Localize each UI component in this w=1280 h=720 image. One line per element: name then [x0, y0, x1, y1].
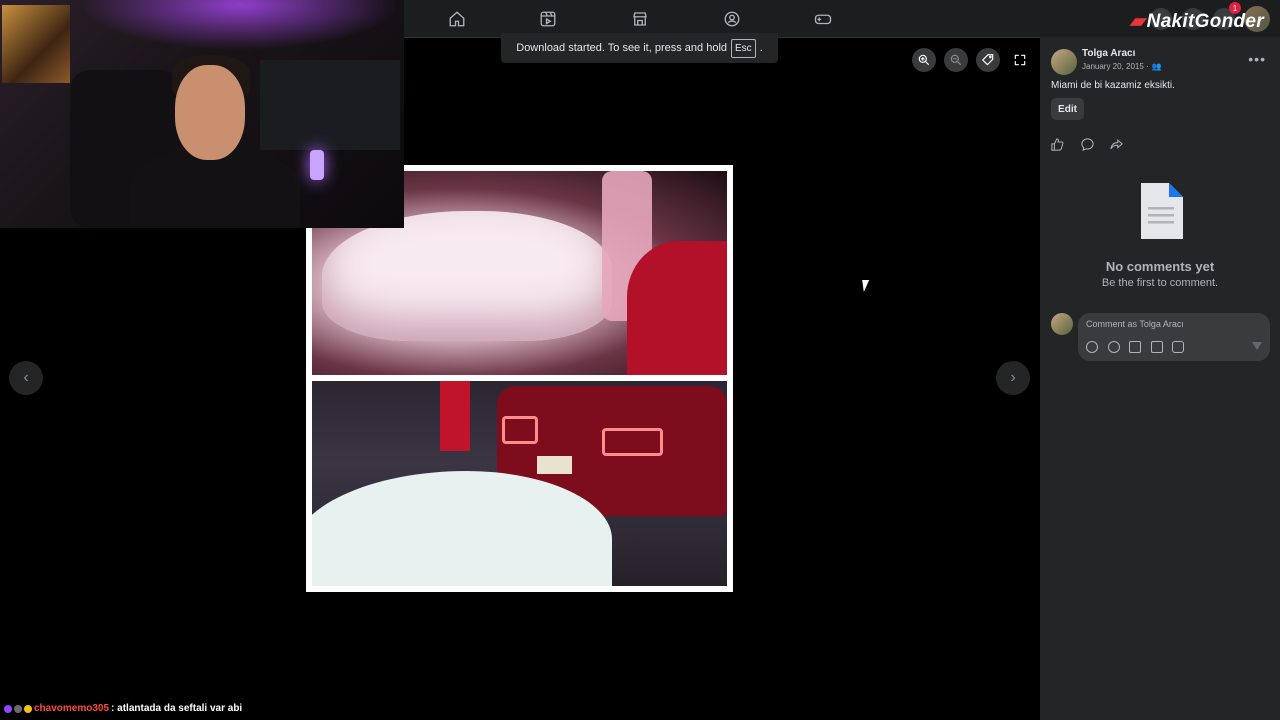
reels-icon[interactable]: [537, 8, 559, 30]
comment-composer[interactable]: [1078, 313, 1270, 361]
like-button[interactable]: [1048, 135, 1066, 153]
comment-input[interactable]: [1086, 319, 1256, 329]
post-date: January 20, 2015 · 👥: [1082, 62, 1162, 71]
chevron-right-icon: ›: [1010, 369, 1016, 386]
post-date-text[interactable]: January 20, 2015 ·: [1082, 62, 1149, 71]
photo-mustang: [312, 381, 727, 586]
zoom-out-button[interactable]: [944, 48, 968, 72]
fullscreen-icon: [1014, 54, 1026, 66]
share-button[interactable]: [1107, 135, 1125, 153]
groups-icon[interactable]: [721, 8, 743, 30]
chat-text: : atlantada da seftali var abi: [111, 703, 243, 714]
share-icon: [1109, 138, 1123, 149]
stream-watermark: ▰ NakitGonder: [1129, 11, 1264, 32]
author-avatar[interactable]: [1051, 49, 1077, 75]
gif-icon[interactable]: [1151, 341, 1163, 353]
avatar-sticker-icon[interactable]: [1086, 341, 1098, 353]
subscriber-badge-icon: [4, 704, 12, 713]
camera-icon[interactable]: [1129, 341, 1141, 353]
comment-icon: [1080, 137, 1094, 151]
download-toast: Download started. To see it, press and h…: [501, 33, 778, 63]
zoom-out-icon: [950, 54, 962, 66]
badge-icon: [14, 704, 22, 713]
send-icon[interactable]: [1252, 342, 1262, 350]
post-caption: Miami de bi kazamiz eksikti.: [1051, 80, 1175, 91]
previous-photo-button[interactable]: ‹: [9, 361, 43, 395]
zoom-in-icon: [918, 54, 930, 66]
tag-icon: [981, 54, 994, 66]
emoji-icon[interactable]: [1108, 341, 1120, 353]
chat-username: chavomemo305: [34, 703, 110, 714]
post-author-name[interactable]: Tolga Aracı: [1082, 48, 1135, 59]
toast-text: Download started. To see it, press and h…: [516, 42, 728, 54]
document-icon: [1141, 183, 1183, 239]
commenter-avatar: [1051, 313, 1073, 335]
chevron-left-icon: ‹: [23, 369, 29, 386]
like-icon: [1050, 137, 1063, 151]
no-comments-title: No comments yet: [1105, 259, 1215, 274]
zoom-in-button[interactable]: [912, 48, 936, 72]
edit-button[interactable]: Edit: [1051, 98, 1084, 120]
marketplace-icon[interactable]: [629, 8, 651, 30]
post-photo: [306, 165, 733, 592]
mouse-cursor-icon: [862, 280, 871, 292]
friends-audience-icon[interactable]: 👥: [1152, 62, 1162, 71]
fullscreen-button[interactable]: [1008, 48, 1032, 72]
next-photo-button[interactable]: ›: [996, 361, 1030, 395]
webcam-overlay: [0, 0, 404, 228]
more-options-button[interactable]: •••: [1248, 51, 1266, 67]
toast-suffix: .: [759, 42, 763, 54]
esc-key-hint: Esc: [731, 38, 756, 58]
home-icon[interactable]: [446, 8, 468, 30]
sticker-icon[interactable]: [1172, 341, 1184, 353]
tag-photo-button[interactable]: [976, 48, 1000, 72]
chat-message: chavomemo305 : atlantada da seftali var …: [4, 703, 242, 714]
gaming-icon[interactable]: [812, 8, 834, 30]
no-comments-subtitle: Be the first to comment.: [1101, 277, 1219, 289]
post-side-panel: Tolga Aracı January 20, 2015 · 👥 ••• Mia…: [1040, 37, 1280, 720]
brand-mark-icon: ▰: [1129, 11, 1145, 32]
comment-button[interactable]: [1078, 135, 1096, 153]
warning-badge-icon: [24, 704, 32, 713]
